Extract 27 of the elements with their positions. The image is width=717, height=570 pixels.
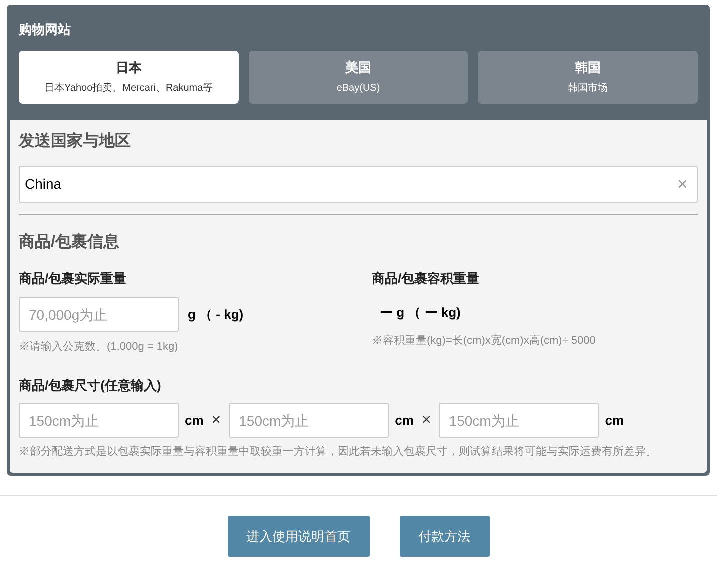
unit-label: g （ - kg) — [188, 306, 244, 324]
dimension-input[interactable]: 150cm为止 — [229, 403, 390, 438]
country-field[interactable]: China × — [19, 166, 698, 202]
dimension-input[interactable]: 150cm为止 — [19, 403, 179, 438]
clear-icon[interactable]: × — [677, 170, 688, 198]
hint-text: ※容积重量(kg)=长(cm)x宽(cm)x高(cm)÷ 5000 — [372, 334, 596, 348]
site-tab[interactable]: 韩国 韩国市场 — [478, 50, 698, 104]
field-label: 商品/包裹实际重量 — [19, 270, 128, 288]
dimension-input[interactable]: 150cm为止 — [439, 403, 600, 438]
panel-title: 购物网站 — [18, 21, 72, 39]
field-label: 商品/包裹容积重量 — [372, 270, 481, 288]
multiply-sign: × — [212, 410, 222, 430]
weight-input[interactable]: 70,000g为止 — [19, 297, 179, 332]
site-tab[interactable]: 日本 日本Yahoo拍卖、Mercari、Rakuma等 — [19, 50, 239, 104]
site-tab[interactable]: 美国 eBay(US) — [248, 50, 468, 104]
hint-text: ※请输入公克数。(1,000g = 1kg) — [19, 340, 180, 355]
unit-label: cm — [395, 412, 414, 430]
unit-label: cm — [605, 412, 624, 430]
nav-button[interactable]: 付款方法 — [400, 516, 490, 557]
field-label: 商品/包裹尺寸(任意输入) — [19, 376, 162, 395]
multiply-sign: × — [422, 410, 432, 430]
unit-label: cm — [185, 412, 204, 430]
hint-text: ※部分配送方式是以包裹实际重量与容积重量中取较重一方计算，因此若未输入包裹尺寸，则试算结果将可能与实际运费有所差异。 — [19, 444, 658, 460]
section-heading: 发送国家与地区 — [19, 131, 132, 152]
nav-button[interactable]: 进入使用说明首页 — [228, 516, 370, 557]
volumetric-value: ー g （ ー kg) — [380, 304, 462, 322]
section-heading: 商品/包裹信息 — [19, 232, 120, 252]
